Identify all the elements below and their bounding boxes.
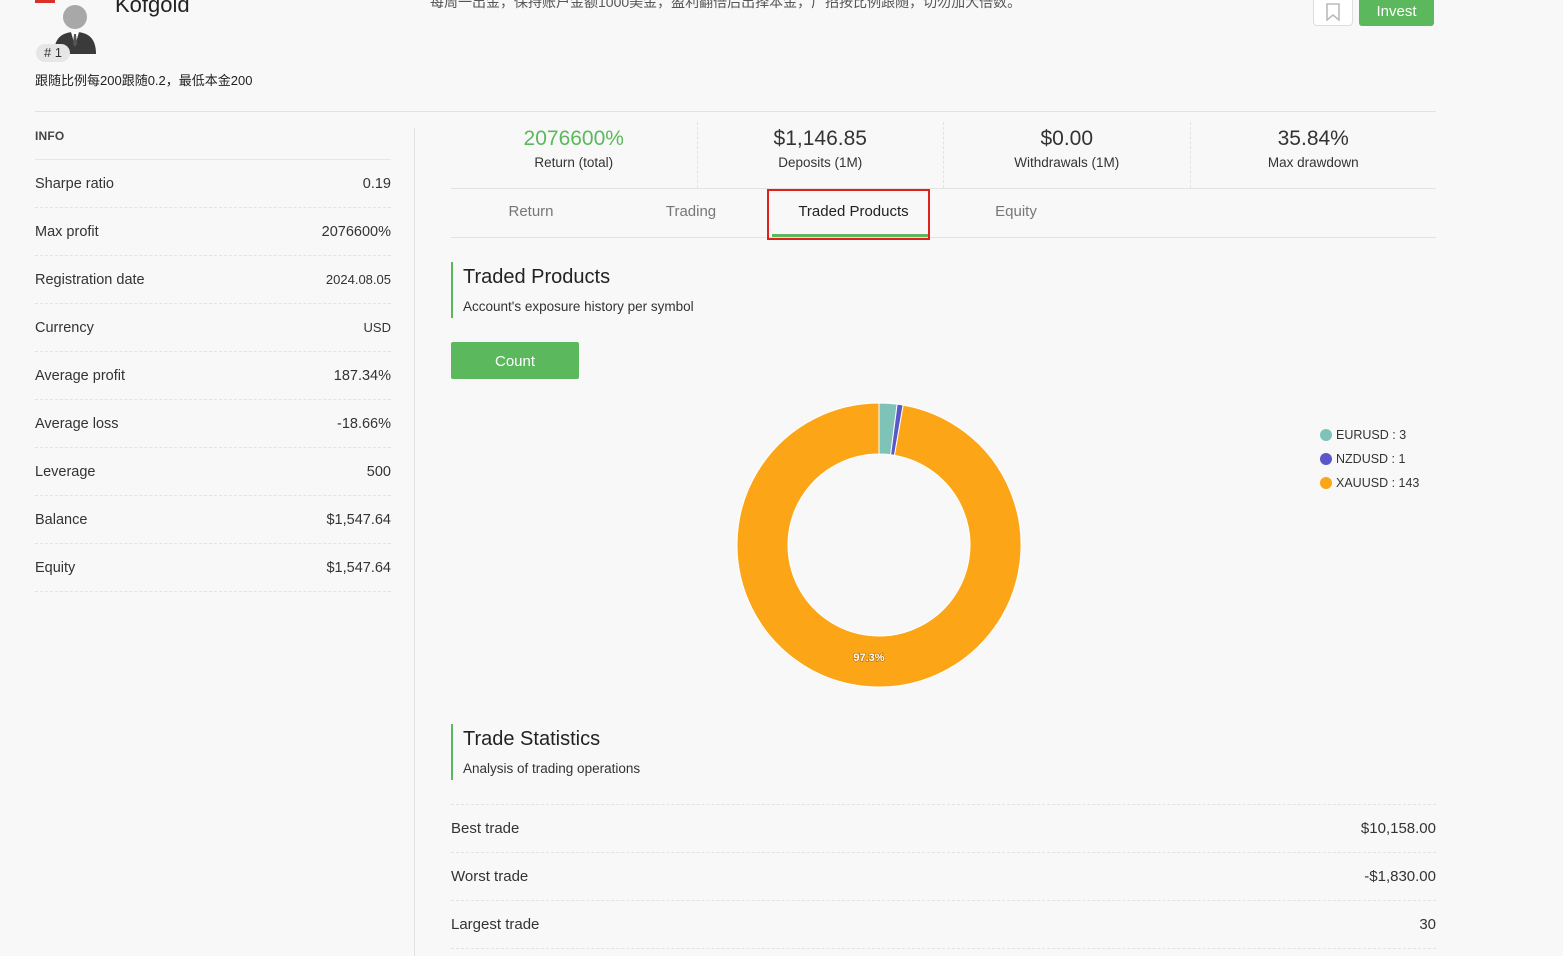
info-row-average-profit: Average profit 187.34%	[35, 352, 391, 400]
info-value: 2024.08.05	[325, 272, 391, 287]
profile-description: 每周一出金，保持账户金额1000美金，盈利翻倍后出择本金，广招按比例跟随，切勿加…	[430, 0, 1022, 10]
traded-products-title: Traded Products	[463, 266, 611, 288]
trade-value: -$1,830.00	[1364, 868, 1436, 885]
trade-row-worst-trade: Worst trade -$1,830.00	[451, 853, 1436, 901]
info-label: Registration date	[35, 271, 145, 288]
stat-max-drawdown: 35.84% Max drawdown	[1191, 122, 1437, 188]
trade-label: Worst trade	[451, 868, 529, 885]
stat-value: $1,146.85	[773, 127, 867, 150]
trade-label: Best trade	[451, 820, 520, 837]
info-value: 187.34%	[333, 367, 391, 384]
info-label: Max profit	[35, 223, 99, 240]
trade-value: $10,158.00	[1360, 820, 1436, 837]
info-value: 500	[366, 463, 391, 480]
slice-xauusd[interactable]	[736, 402, 1022, 688]
trade-statistics-title: Trade Statistics	[463, 728, 601, 750]
trade-statistics-list: Best trade $10,158.00 Worst trade -$1,830.…	[451, 804, 1436, 949]
stat-value: 35.84%	[1277, 127, 1349, 150]
info-value: $1,547.64	[326, 559, 391, 576]
legend-dot	[1320, 453, 1332, 465]
slice-label-xauusd: 97.3%	[853, 652, 884, 664]
traded-products-subtitle: Account's exposure history per symbol	[463, 299, 694, 314]
stat-label: Return (total)	[534, 155, 614, 170]
rank-badge: # 1	[36, 44, 70, 62]
stat-label: Max drawdown	[1267, 155, 1359, 170]
chart-legend: EURUSD : 3 NZDUSD : 1 XAUUSD : 143	[1320, 423, 1419, 495]
stat-withdrawals: $0.00 Withdrawals (1M)	[944, 122, 1191, 188]
info-label: Sharpe ratio	[35, 175, 114, 192]
legend-item-nzdusd[interactable]: NZDUSD : 1	[1320, 447, 1419, 471]
stat-label: Deposits (1M)	[778, 155, 863, 170]
info-value: -18.66%	[336, 415, 391, 432]
info-row-average-loss: Average loss -18.66%	[35, 400, 391, 448]
trade-statistics-subtitle: Analysis of trading operations	[463, 761, 641, 776]
stat-value: $0.00	[1040, 127, 1094, 150]
info-value: 2076600%	[321, 223, 391, 240]
tab-return[interactable]: Return	[451, 203, 611, 220]
tab-trading[interactable]: Trading	[611, 203, 771, 220]
info-label: Balance	[35, 511, 88, 528]
bookmark-button[interactable]	[1313, 0, 1353, 26]
tab-equity[interactable]: Equity	[936, 203, 1096, 220]
profile-name: Kofgold	[115, 0, 190, 17]
info-value: $1,547.64	[326, 511, 391, 528]
legend-dot	[1320, 429, 1332, 441]
info-row-currency: Currency USD	[35, 304, 391, 352]
trade-row-best-trade: Best trade $10,158.00	[451, 805, 1436, 853]
count-button[interactable]: Count	[451, 342, 579, 379]
info-title: INFO	[35, 129, 65, 143]
legend-item-xauusd[interactable]: XAUUSD : 143	[1320, 471, 1419, 495]
legend-label: XAUUSD : 143	[1336, 476, 1420, 490]
header-divider	[35, 111, 1436, 112]
stat-value: 2076600%	[523, 127, 624, 150]
section-accent-bar	[451, 724, 453, 780]
donut-chart: 97.3%	[736, 402, 1022, 688]
info-row-registration-date: Registration date 2024.08.05	[35, 256, 391, 304]
info-label: Average profit	[35, 367, 126, 384]
legend-label: EURUSD : 3	[1336, 428, 1407, 442]
section-accent-bar	[451, 262, 453, 318]
info-row-balance: Balance $1,547.64	[35, 496, 391, 544]
stat-label: Withdrawals (1M)	[1014, 155, 1120, 170]
info-label: Leverage	[35, 463, 96, 480]
info-label: Equity	[35, 559, 76, 576]
tabs-divider-top	[451, 188, 1436, 189]
legend-item-eurusd[interactable]: EURUSD : 3	[1320, 423, 1419, 447]
info-row-sharpe-ratio: Sharpe ratio 0.19	[35, 160, 391, 208]
info-row-leverage: Leverage 500	[35, 448, 391, 496]
trade-row-largest-trade: Largest trade 30	[451, 901, 1436, 949]
profile-subtitle: 跟随比例每200跟随0.2，最低本金200	[35, 73, 253, 88]
tab-highlight-box	[767, 189, 930, 240]
stat-deposits: $1,146.85 Deposits (1M)	[698, 122, 944, 188]
column-divider	[414, 128, 415, 956]
stats-bar: 2076600% Return (total) $1,146.85 Deposits…	[451, 122, 1436, 188]
legend-dot	[1320, 477, 1332, 489]
info-value: 0.19	[362, 175, 391, 192]
info-label: Currency	[35, 319, 94, 336]
info-row-equity: Equity $1,547.64	[35, 544, 391, 592]
trade-value: 30	[1419, 916, 1436, 933]
bookmark-icon	[1326, 2, 1340, 21]
info-value: USD	[363, 320, 391, 335]
tabs-divider-bottom	[451, 237, 1436, 238]
legend-label: NZDUSD : 1	[1336, 452, 1406, 466]
info-row-max-profit: Max profit 2076600%	[35, 208, 391, 256]
trade-label: Largest trade	[451, 916, 540, 933]
invest-button[interactable]: Invest	[1359, 0, 1434, 26]
info-list: Sharpe ratio 0.19 Max profit 2076600% Regi…	[35, 159, 391, 592]
info-label: Average loss	[35, 415, 119, 432]
stat-return-total: 2076600% Return (total)	[451, 122, 698, 188]
